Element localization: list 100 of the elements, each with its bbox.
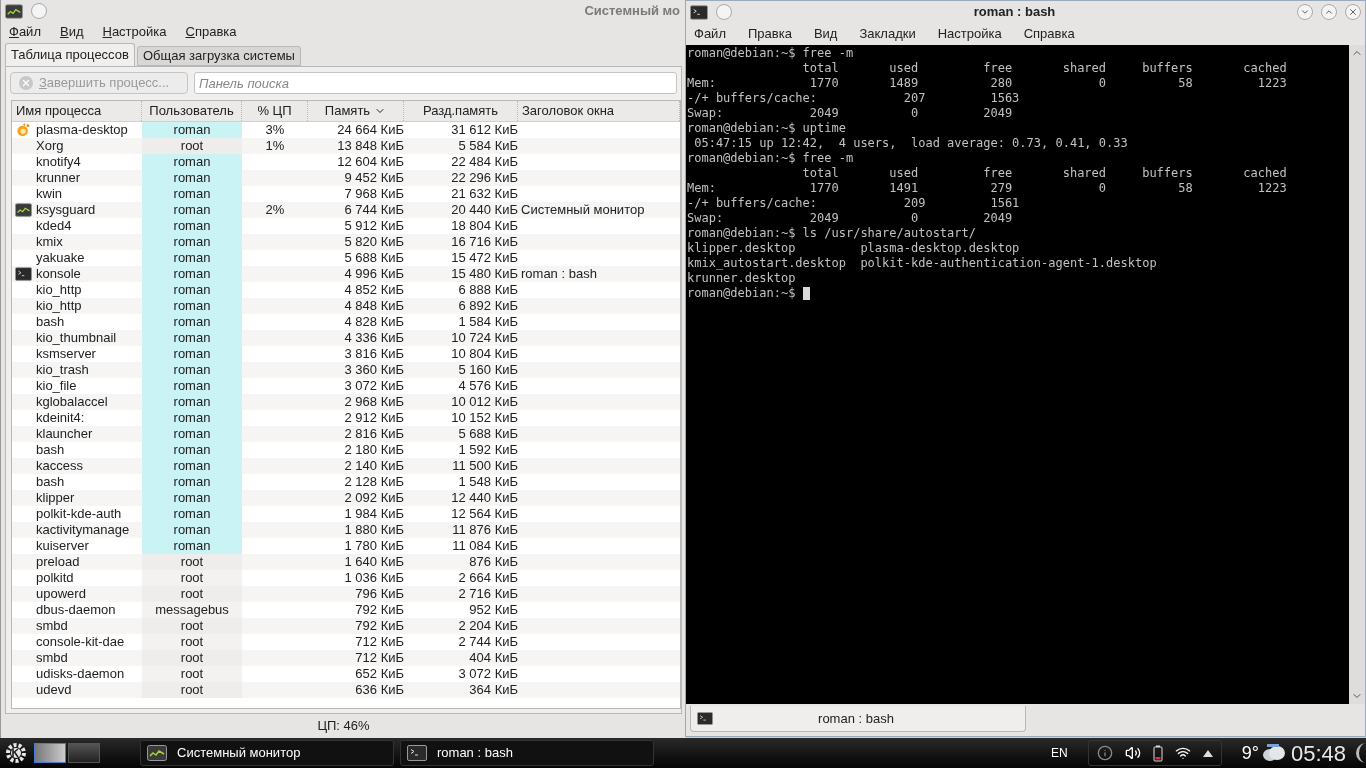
expand-arrow-icon[interactable] — [1202, 749, 1213, 757]
temperature-text[interactable]: 9° — [1241, 739, 1259, 767]
column-header[interactable]: Пользователь — [142, 101, 242, 121]
table-row[interactable]: udevd root 636 КиБ 364 КиБ — [12, 682, 680, 698]
menu-item[interactable]: Настройка — [937, 24, 1002, 44]
table-cell: 12 440 КиБ — [451, 490, 518, 506]
table-row[interactable]: preload root 1 640 КиБ 876 КиБ — [12, 554, 680, 570]
table-cell: 1 984 КиБ — [344, 506, 404, 522]
table-cell: 10 152 КиБ — [451, 410, 518, 426]
gear-icon[interactable] — [4, 741, 28, 765]
table-cell: 16 716 КиБ — [451, 234, 518, 250]
table-cell: bash — [36, 474, 65, 490]
table-cell: kaccess — [36, 458, 83, 474]
table-cell: 3 072 КиБ — [344, 378, 404, 394]
column-header[interactable]: Имя процесса — [12, 101, 142, 121]
close-button[interactable] — [1345, 4, 1361, 20]
menu-item[interactable]: Закладки — [859, 24, 916, 44]
table-cell: 364 КиБ — [469, 682, 518, 698]
table-cell: kdeinit4: — [36, 410, 85, 426]
table-cell: 12 604 КиБ — [337, 154, 404, 170]
table-cell: 404 КиБ — [469, 650, 518, 666]
monitor-icon — [147, 745, 167, 761]
keyboard-layout[interactable]: EN — [1051, 744, 1068, 762]
user-cell: roman — [142, 458, 242, 474]
column-header[interactable]: Заголовок окна — [518, 101, 680, 121]
tab[interactable]: Общая загрузка системы — [136, 46, 301, 66]
task-button[interactable]: Системный монитор — [140, 740, 394, 766]
task-button[interactable]: roman : bash — [400, 740, 654, 766]
table-row[interactable]: kmix roman 5 820 КиБ 16 716 КиБ — [12, 234, 680, 250]
table-cell: klauncher — [36, 426, 93, 442]
user-cell: roman — [142, 346, 242, 362]
table-cell: 2 816 КиБ — [344, 426, 404, 442]
menu-item[interactable]: Справка — [1023, 24, 1075, 44]
volume-icon[interactable] — [1124, 745, 1141, 761]
maximize-button[interactable] — [1321, 4, 1337, 20]
wifi-icon[interactable] — [1174, 745, 1191, 761]
menu-item[interactable]: Файл — [694, 24, 726, 44]
window-menu-button[interactable] — [31, 3, 47, 19]
cloud-icon[interactable] — [1260, 743, 1287, 763]
table-cell: bash — [36, 314, 65, 330]
user-cell: root — [142, 138, 242, 154]
table-cell: kactivitymanage — [36, 522, 130, 538]
terminal-line: -/+ buffers/cache: 207 1563 — [687, 91, 1020, 106]
table-cell: kmix — [36, 234, 63, 250]
table-row[interactable]: upowerd root 796 КиБ 2 716 КиБ — [12, 586, 680, 602]
table-row[interactable]: smbd root 712 КиБ 404 КиБ — [12, 650, 680, 666]
table-row[interactable]: krunner roman 9 452 КиБ 22 296 КиБ — [12, 170, 680, 186]
info-icon[interactable] — [1096, 745, 1113, 761]
desktop-pager[interactable] — [34, 743, 66, 763]
desktop-pager[interactable] — [68, 743, 100, 763]
menu-item[interactable]: Вид — [813, 24, 838, 44]
table-cell: 792 КиБ — [355, 602, 404, 618]
table-row[interactable]: kactivitymanage roman 1 880 КиБ 11 876 КиБ — [12, 522, 680, 538]
window-menu-button[interactable] — [716, 4, 732, 20]
table-cell: 11 500 КиБ — [452, 458, 518, 474]
table-row[interactable]: smbd root 792 КиБ 2 204 КиБ — [12, 618, 680, 634]
scrollbar[interactable] — [1349, 45, 1365, 704]
table-cell: 13 848 КиБ — [337, 138, 404, 154]
terminal-icon — [15, 267, 32, 281]
column-header[interactable]: % ЦП — [242, 101, 308, 121]
terminal-line: roman@debian:~$ free -m — [687, 151, 854, 166]
minimize-button[interactable] — [1297, 4, 1313, 20]
table-row[interactable]: Xorg root 1% 13 848 КиБ 5 584 КиБ — [12, 138, 680, 154]
menu-item[interactable]: Справка — [185, 22, 237, 42]
table-row[interactable]: kglobalaccel roman 2 968 КиБ 10 012 КиБ — [12, 394, 680, 410]
table-cell: 4 576 КиБ — [458, 378, 518, 394]
table-cell: 4 848 КиБ — [344, 298, 404, 314]
tab[interactable]: Таблица процессов — [5, 43, 135, 66]
table-row[interactable]: konsole roman 4 996 КиБ 15 480 КиБ roman : bash — [12, 266, 680, 282]
tab[interactable]: roman : bash — [690, 706, 1026, 732]
table-cell: 1 592 КиБ — [458, 442, 518, 458]
column-header[interactable]: Разд.память — [404, 101, 518, 121]
clock[interactable]: 05:48 — [1290, 736, 1346, 768]
crescent-icon[interactable] — [1354, 741, 1366, 765]
user-cell: roman — [142, 538, 242, 554]
table-cell: yakuake — [36, 250, 85, 266]
table-row[interactable]: kaccess roman 2 140 КиБ 11 500 КиБ — [12, 458, 680, 474]
table-cell: 876 КиБ — [469, 554, 518, 570]
table-row[interactable]: kio_http roman 4 848 КиБ 6 892 КиБ — [12, 298, 680, 314]
table-row[interactable]: klipper roman 2 092 КиБ 12 440 КиБ — [12, 490, 680, 506]
table-row[interactable]: kio_thumbnail roman 4 336 КиБ 10 724 КиБ — [12, 330, 680, 346]
column-header[interactable]: Память — [308, 101, 404, 121]
table-row[interactable]: klauncher roman 2 816 КиБ 5 688 КиБ — [12, 426, 680, 442]
user-cell: root — [142, 634, 242, 650]
menu-item[interactable]: Файл — [9, 22, 41, 42]
table-cell: 10 724 КиБ — [451, 330, 518, 346]
menu-item[interactable]: Правка — [747, 24, 792, 44]
table-cell: kio_file — [36, 378, 77, 394]
table-row[interactable]: ksysguard roman 2% 6 744 КиБ 20 440 КиБ Системный монитор — [12, 202, 680, 218]
table-cell: 4 336 КиБ — [344, 330, 404, 346]
battery-icon[interactable] — [1152, 744, 1163, 762]
table-cell: 2 912 КиБ — [344, 410, 404, 426]
user-cell: roman — [142, 378, 242, 394]
user-cell: roman — [142, 218, 242, 234]
terminal-line: kmix_autostart.desktop polkit-kde-authentication-agent-1.desktop — [687, 256, 1157, 271]
search-field[interactable]: Панель поиска — [194, 72, 677, 94]
menu-item[interactable]: Настройка — [102, 22, 167, 42]
table-row[interactable]: kio_trash roman 3 360 КиБ 5 160 КиБ — [12, 362, 680, 378]
table-cell: knotify4 — [36, 154, 81, 170]
menu-item[interactable]: Вид — [59, 22, 84, 42]
